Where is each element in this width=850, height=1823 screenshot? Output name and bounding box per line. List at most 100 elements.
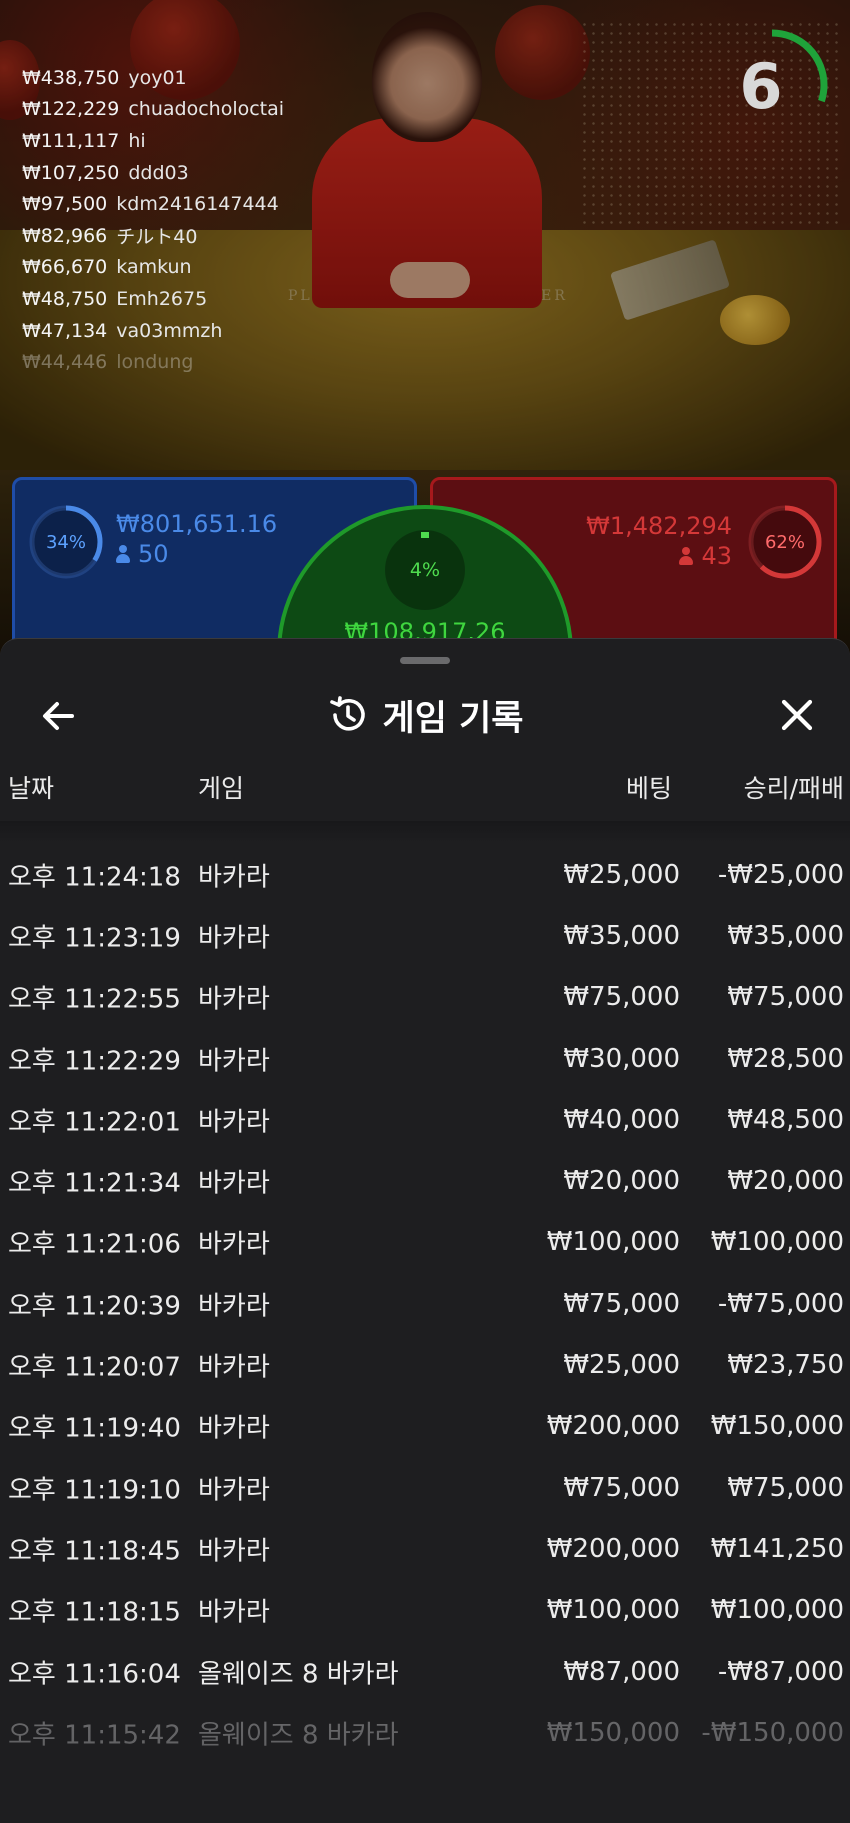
player-bettor-count-wrap: 50 bbox=[116, 540, 169, 568]
back-button[interactable] bbox=[36, 693, 82, 739]
history-row[interactable]: 오후 11:24:18 바카라 ₩25,000 -₩25,000 bbox=[0, 844, 850, 905]
history-time: 오후 11:16:04 bbox=[8, 1659, 181, 1689]
history-row[interactable]: 오후 11:19:10 바카라 ₩75,000 ₩75,000 bbox=[0, 1457, 850, 1518]
history-row[interactable]: 오후 11:22:29 바카라 ₩30,000 ₩28,500 bbox=[0, 1028, 850, 1089]
history-winloss: ₩150,000 bbox=[710, 1411, 844, 1442]
history-row[interactable]: 오후 11:20:39 바카라 ₩75,000 -₩75,000 bbox=[0, 1273, 850, 1334]
history-game: 바카라 bbox=[198, 1291, 270, 1322]
history-row[interactable]: 오후 11:16:04 올웨이즈 8 바카라 ₩87,000 -₩87,000 bbox=[0, 1641, 850, 1702]
history-row[interactable]: 오후 11:19:40 바카라 ₩200,000 ₩150,000 bbox=[0, 1396, 850, 1457]
history-game: 바카라 bbox=[198, 1229, 270, 1260]
history-row[interactable]: 오후 11:22:01 바카라 ₩40,000 ₩48,500 bbox=[0, 1089, 850, 1150]
winner-amount: ₩438,750 bbox=[22, 66, 120, 89]
history-time: 오후 11:22:29 bbox=[8, 1046, 181, 1077]
history-row[interactable]: 오후 11:23:19 바카라 ₩35,000 ₩35,000 bbox=[0, 905, 850, 966]
history-winloss: ₩100,000 bbox=[710, 1595, 844, 1626]
close-button[interactable] bbox=[774, 692, 820, 738]
history-time: 오후 11:19:10 bbox=[8, 1475, 181, 1506]
timer-value: 6 bbox=[739, 49, 783, 123]
history-time: 오후 11:20:39 bbox=[8, 1291, 181, 1322]
history-winloss: ₩141,250 bbox=[710, 1533, 844, 1564]
winner-feed-row: ₩48,750 Emh2675 bbox=[22, 283, 284, 315]
history-time: 오후 11:20:07 bbox=[8, 1352, 181, 1383]
history-row[interactable]: 오후 11:18:45 바카라 ₩200,000 ₩141,250 bbox=[0, 1518, 850, 1579]
winner-amount: ₩47,134 bbox=[22, 319, 108, 342]
history-winloss: ₩48,500 bbox=[727, 1104, 844, 1135]
history-winloss: ₩75,000 bbox=[727, 982, 844, 1013]
winner-feed-row: ₩122,229 chuadocholoctai bbox=[22, 94, 284, 126]
winner-feed-row: ₩107,250 ddd03 bbox=[22, 157, 284, 189]
history-time: 오후 11:15:42 bbox=[8, 1720, 181, 1751]
history-time: 오후 11:23:19 bbox=[8, 923, 181, 954]
sheet-title-wrap: 게임 기록 bbox=[0, 679, 850, 751]
player-percent-ring: 34% bbox=[26, 502, 106, 582]
history-winloss: -₩150,000 bbox=[701, 1717, 844, 1748]
winner-feed-row: ₩47,134 va03mmzh bbox=[22, 315, 284, 347]
column-header-winloss: 승리/패배 bbox=[743, 774, 844, 803]
history-game: 바카라 bbox=[198, 1107, 270, 1138]
history-row[interactable]: 오후 11:21:34 바카라 ₩20,000 ₩20,000 bbox=[0, 1150, 850, 1211]
tie-progress-marker bbox=[421, 532, 429, 538]
history-row[interactable]: 오후 11:20:07 바카라 ₩25,000 ₩23,750 bbox=[0, 1334, 850, 1395]
sheet-drag-handle[interactable] bbox=[400, 657, 450, 664]
history-bet: ₩30,000 bbox=[563, 1043, 680, 1074]
history-row[interactable]: 오후 11:21:06 바카라 ₩100,000 ₩100,000 bbox=[0, 1212, 850, 1273]
history-game: 바카라 bbox=[198, 1475, 270, 1506]
history-bet: ₩100,000 bbox=[546, 1595, 680, 1626]
history-winloss: ₩20,000 bbox=[727, 1166, 844, 1197]
player-percent: 34% bbox=[45, 531, 86, 553]
banker-percent: 62% bbox=[764, 531, 805, 553]
history-bet: ₩75,000 bbox=[563, 982, 680, 1013]
winner-feed-row: ₩44,446 londung bbox=[22, 346, 284, 378]
winner-amount: ₩44,446 bbox=[22, 351, 108, 374]
history-winloss: ₩23,750 bbox=[727, 1350, 844, 1381]
history-bet: ₩20,000 bbox=[563, 1166, 680, 1197]
history-game: 바카라 bbox=[198, 1168, 270, 1199]
history-winloss: -₩25,000 bbox=[717, 859, 844, 890]
history-row[interactable]: 오후 11:22:55 바카라 ₩75,000 ₩75,000 bbox=[0, 967, 850, 1028]
history-game: 바카라 bbox=[198, 923, 270, 954]
close-icon bbox=[781, 699, 813, 731]
history-list: 오후 11:24:18 바카라 ₩25,000 -₩25,000 오후 11:23:19… bbox=[0, 844, 850, 1763]
history-game: 바카라 bbox=[198, 1597, 270, 1628]
winner-amount: ₩111,117 bbox=[22, 129, 120, 152]
tie-percent: 4% bbox=[409, 559, 441, 581]
history-row[interactable]: 오후 11:18:15 바카라 ₩100,000 ₩100,000 bbox=[0, 1580, 850, 1641]
winner-feed-row: ₩97,500 kdm2416147444 bbox=[22, 188, 284, 220]
history-bet: ₩150,000 bbox=[546, 1717, 680, 1748]
history-bet: ₩200,000 bbox=[546, 1411, 680, 1442]
game-history-sheet: 게임 기록 날짜 게임 베팅 승리/패배 오후 11:24:18 바카라 ₩25,0… bbox=[0, 638, 850, 1823]
history-winloss: ₩75,000 bbox=[727, 1472, 844, 1503]
history-winloss: -₩75,000 bbox=[717, 1288, 844, 1319]
winner-feed-row: ₩438,750 yoy01 bbox=[22, 62, 284, 94]
history-winloss: ₩35,000 bbox=[727, 920, 844, 951]
arrow-left-icon bbox=[43, 702, 74, 730]
column-header-bet: 베팅 bbox=[625, 774, 672, 803]
history-time: 오후 11:24:18 bbox=[8, 862, 181, 893]
winner-username: kdm2416147444 bbox=[116, 193, 279, 216]
winner-feed-row: ₩82,966 チルト40 bbox=[22, 220, 284, 252]
banker-bettor-count: 43 bbox=[701, 542, 732, 570]
history-time: 오후 11:18:15 bbox=[8, 1597, 181, 1628]
history-time: 오후 11:18:45 bbox=[8, 1536, 181, 1567]
banker-bettor-count-wrap: 43 bbox=[679, 542, 732, 570]
winner-amount: ₩122,229 bbox=[22, 98, 120, 121]
history-game: 올웨이즈 8 바카라 bbox=[198, 1659, 399, 1689]
sheet-header: 게임 기록 bbox=[0, 679, 850, 751]
history-bet: ₩87,000 bbox=[563, 1656, 680, 1687]
history-time: 오후 11:22:55 bbox=[8, 984, 181, 1015]
history-bet: ₩75,000 bbox=[563, 1288, 680, 1319]
winner-amount: ₩66,670 bbox=[22, 256, 108, 279]
history-time: 오후 11:21:06 bbox=[8, 1229, 181, 1260]
winner-username: ddd03 bbox=[128, 161, 189, 184]
history-bet: ₩100,000 bbox=[546, 1227, 680, 1258]
winners-feed: ₩438,750 yoy01 ₩122,229 chuadocholoctai ₩111… bbox=[22, 62, 284, 378]
history-row[interactable]: 오후 11:15:42 올웨이즈 8 바카라 ₩150,000 -₩150,000 bbox=[0, 1702, 850, 1763]
history-game: 바카라 bbox=[198, 862, 270, 893]
person-icon bbox=[116, 545, 130, 563]
history-game: 바카라 bbox=[198, 984, 270, 1015]
winner-username: chuadocholoctai bbox=[128, 98, 285, 121]
sheet-title: 게임 기록 bbox=[382, 698, 524, 739]
banker-total-amount: ₩1,482,294 bbox=[586, 512, 732, 540]
player-total-amount: ₩801,651.16 bbox=[116, 510, 278, 538]
